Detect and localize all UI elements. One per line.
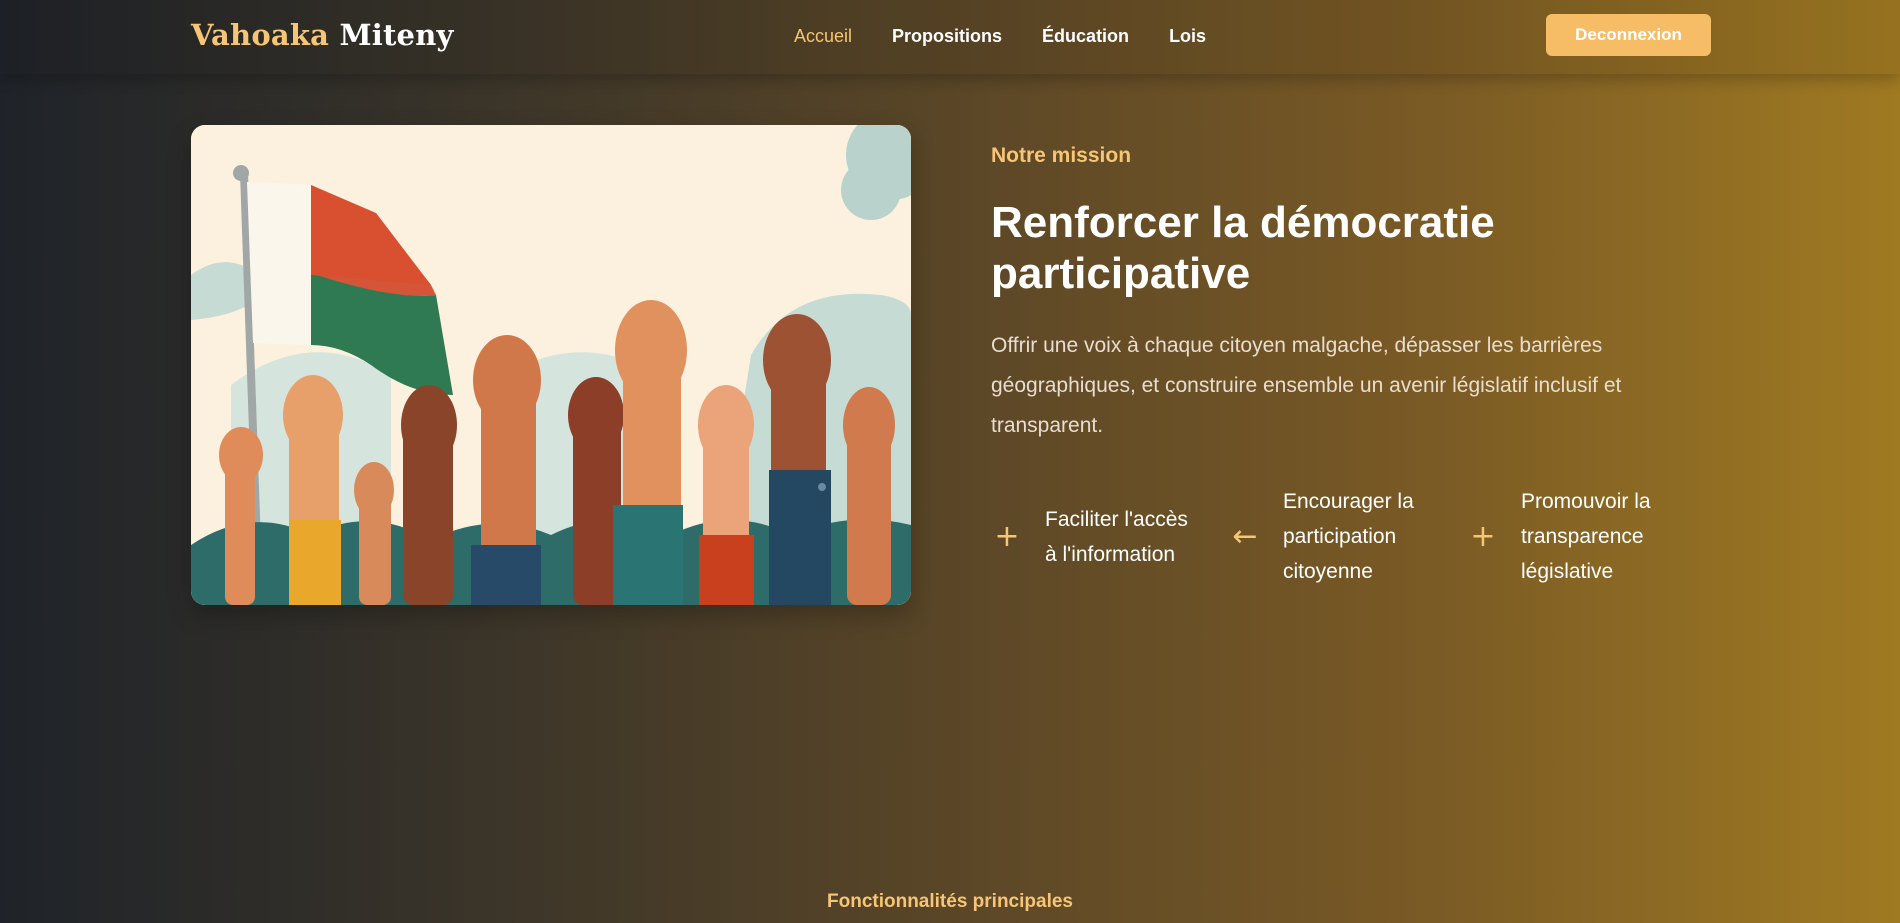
mission-title: Renforcer la démocratie participative <box>991 198 1495 298</box>
arrow-left-icon: ← <box>1232 518 1258 554</box>
main-nav: Accueil Propositions Éducation Lois <box>794 26 1246 47</box>
brand-name-part1: Vahoaka <box>191 18 330 52</box>
nav-item-accueil[interactable]: Accueil <box>794 26 852 47</box>
features-section-label: Fonctionnalités principales <box>827 891 1073 912</box>
logout-button[interactable]: Deconnexion <box>1546 14 1711 56</box>
nav-item-education[interactable]: Éducation <box>1042 26 1129 47</box>
feature-label: Faciliter l'accès à l'information <box>1045 507 1188 566</box>
plus-icon: + <box>994 518 1020 554</box>
mission-description: Offrir une voix à chaque citoyen malgach… <box>991 334 1622 437</box>
nav-item-lois[interactable]: Lois <box>1169 26 1206 47</box>
feature-item: + Promouvoir la transparence législative <box>1467 484 1681 589</box>
feature-item: + Faciliter l'accès à l'information <box>991 484 1195 589</box>
brand-logo[interactable]: Vahoaka Miteny <box>191 18 454 52</box>
mission-eyebrow: Notre mission <box>991 144 1132 167</box>
feature-label: Encourager la participation citoyenne <box>1283 490 1414 583</box>
feature-item: ← Encourager la participation citoyenne <box>1229 484 1433 589</box>
nav-item-propositions[interactable]: Propositions <box>892 26 1002 47</box>
feature-label: Promouvoir la transparence législative <box>1521 490 1651 583</box>
hero-illustration <box>191 125 911 605</box>
brand-name-part2: Miteny <box>339 18 454 52</box>
mission-features: + Faciliter l'accès à l'information ← En… <box>991 484 1715 589</box>
plus-icon: + <box>1470 518 1496 554</box>
top-header: Vahoaka Miteny Accueil Propositions Éduc… <box>0 0 1900 74</box>
